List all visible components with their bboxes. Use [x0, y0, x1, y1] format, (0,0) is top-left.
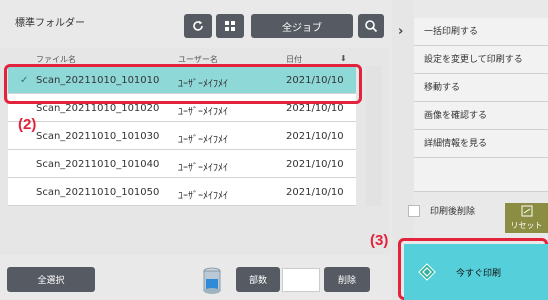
reset-button[interactable]: リセット [505, 203, 548, 233]
file-list-panel: 標準フォルダー 全ジョブ ファイル名 ユーザー名 日付 ⬇ ✓ Scan_202… [0, 0, 390, 300]
user-name: ﾕｰｻﾞｰﾒｲﾌﾒｲ [178, 107, 228, 118]
chevron-right-icon: › [398, 24, 404, 39]
step-3-callout: (3) [370, 232, 389, 249]
start-print-label: 今すぐ印刷 [456, 268, 502, 279]
start-print-button[interactable]: 今すぐ印刷 [404, 244, 548, 300]
copies-input[interactable] [282, 268, 320, 292]
action-menu: 一括印刷する 設定を変更して印刷する 移動する 画像を確認する 詳細情報を見る [414, 18, 548, 192]
menu-change-settings-print[interactable]: 設定を変更して印刷する [414, 46, 548, 74]
user-name: ﾕｰｻﾞｰﾒｲﾌﾒｲ [178, 163, 228, 174]
file-name: Scan_20211010_101030 [36, 131, 160, 142]
header-bar: 標準フォルダー 全ジョブ [0, 0, 390, 48]
table-row[interactable]: Scan_20211010_101050 ﾕｰｻﾞｰﾒｲﾌﾒｲ 2021/10/… [8, 178, 356, 206]
refresh-icon [193, 20, 203, 31]
delete-after-print-checkbox[interactable] [408, 204, 420, 217]
step-2-callout: (2) [18, 116, 37, 133]
sort-arrow-icon[interactable]: ⬇ [340, 54, 347, 63]
refresh-button[interactable] [184, 14, 212, 38]
user-name: ﾕｰｻﾞｰﾒｲﾌﾒｲ [178, 191, 228, 202]
copies-button[interactable]: 部数 [236, 267, 280, 292]
menu-move[interactable]: 移動する [414, 74, 548, 102]
scrollbar[interactable] [366, 66, 382, 206]
select-all-button[interactable]: 全選択 [7, 267, 95, 292]
table-row[interactable]: Scan_20211010_101030 ﾕｰｻﾞｰﾒｲﾌﾒｲ 2021/10/… [8, 122, 356, 150]
reset-icon [521, 205, 532, 217]
file-date: 2021/10/10 [286, 187, 344, 198]
folder-title: 標準フォルダー [15, 18, 85, 29]
delete-after-print-label: 印刷後削除 [430, 207, 476, 217]
file-date: 2021/10/10 [286, 131, 344, 142]
menu-detail-info[interactable]: 詳細情報を見る [414, 130, 548, 158]
menu-empty-slot [414, 158, 548, 192]
table-row[interactable]: Scan_20211010_101040 ﾕｰｻﾞｰﾒｲﾌﾒｲ 2021/10/… [8, 150, 356, 178]
start-diamond-icon [418, 263, 436, 281]
file-name: Scan_20211010_101040 [36, 159, 160, 170]
user-name: ﾕｰｻﾞｰﾒｲﾌﾒｲ [178, 135, 228, 146]
delete-button[interactable]: 削除 [324, 267, 370, 292]
bottom-bar: 全選択 部数 削除 [0, 255, 390, 300]
file-name: Scan_20211010_101020 [36, 103, 160, 114]
all-jobs-button[interactable]: 全ジョブ [251, 14, 353, 38]
grid-icon [225, 21, 235, 31]
menu-check-image[interactable]: 画像を確認する [414, 102, 548, 130]
delete-after-print-option[interactable]: 印刷後削除 [408, 204, 475, 217]
file-date: 2021/10/10 [286, 103, 344, 114]
search-icon [365, 20, 378, 33]
file-name: Scan_20211010_101050 [36, 187, 160, 198]
trash-icon [203, 267, 221, 294]
selected-row-highlight [4, 64, 362, 104]
search-button[interactable] [358, 14, 384, 38]
menu-batch-print[interactable]: 一括印刷する [414, 18, 548, 46]
thumbnail-view-button[interactable] [216, 14, 244, 38]
file-date: 2021/10/10 [286, 159, 344, 170]
reset-label: リセット [510, 221, 543, 230]
